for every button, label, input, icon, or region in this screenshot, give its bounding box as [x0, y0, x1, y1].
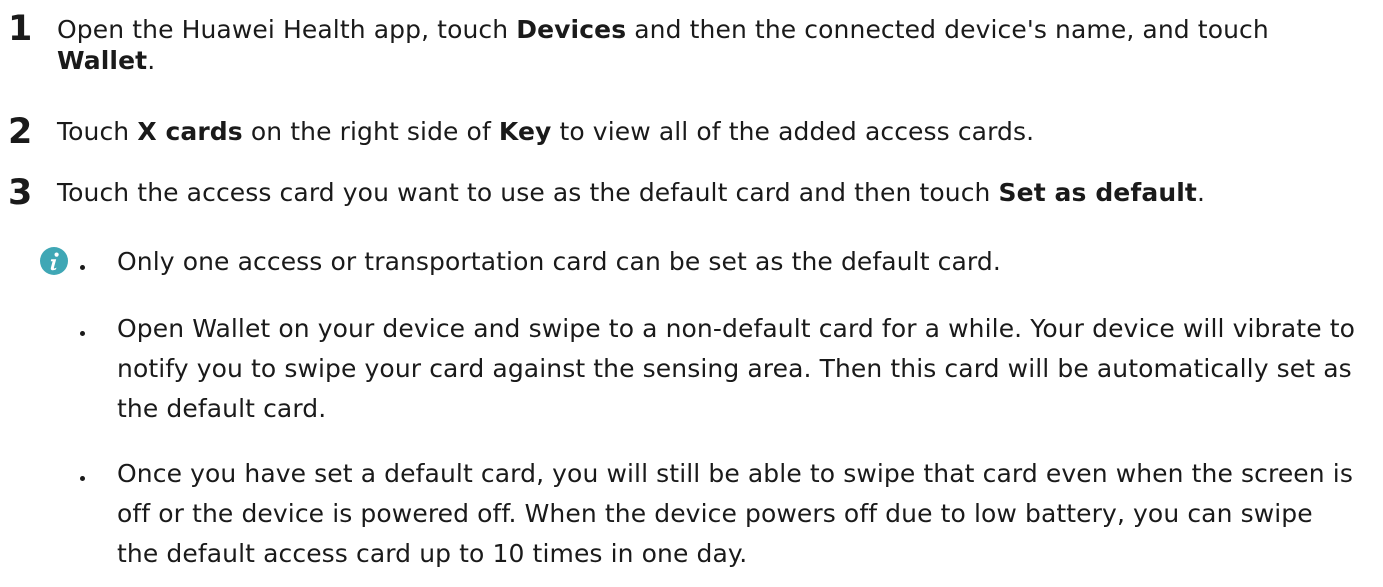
- info-icon: [40, 247, 68, 275]
- note-bullet-3: Once you have set a default card, you wi…: [117, 459, 1353, 568]
- bullet-dot: [80, 331, 85, 336]
- ui-term-set-as-default: Set as default: [998, 178, 1197, 207]
- bullet-dot: [80, 265, 85, 270]
- ui-term-devices: Devices: [516, 15, 627, 44]
- ui-term-x-cards: X cards: [137, 117, 243, 146]
- step-2-text: Touch X cards on the right side of Key t…: [57, 116, 1357, 147]
- step-text-segment: .: [147, 46, 156, 75]
- ui-term-wallet: Wallet: [57, 46, 148, 75]
- step-1-text: Open the Huawei Health app, touch Device…: [57, 14, 1357, 76]
- step-number: 1: [8, 9, 33, 49]
- step-text-segment: and then the connected device's name, an…: [626, 15, 1269, 44]
- ui-term-key: Key: [498, 117, 552, 146]
- step-text-segment: Touch the access card you want to use as…: [57, 178, 999, 207]
- bullet-dot: [80, 476, 85, 481]
- step-text-segment: Touch: [57, 117, 138, 146]
- note-bullet-2: Open Wallet on your device and swipe to …: [117, 314, 1356, 423]
- step-text-segment: Open the Huawei Health app, touch: [57, 15, 517, 44]
- note-bullet-1: Only one access or transportation card c…: [117, 247, 1001, 276]
- step-number: 3: [8, 173, 33, 213]
- step-text-segment: to view all of the added access cards.: [551, 117, 1035, 146]
- step-text-segment: .: [1196, 178, 1205, 207]
- step-3-text: Touch the access card you want to use as…: [57, 177, 1357, 208]
- step-number: 2: [8, 112, 33, 152]
- step-text-segment: on the right side of: [242, 117, 499, 146]
